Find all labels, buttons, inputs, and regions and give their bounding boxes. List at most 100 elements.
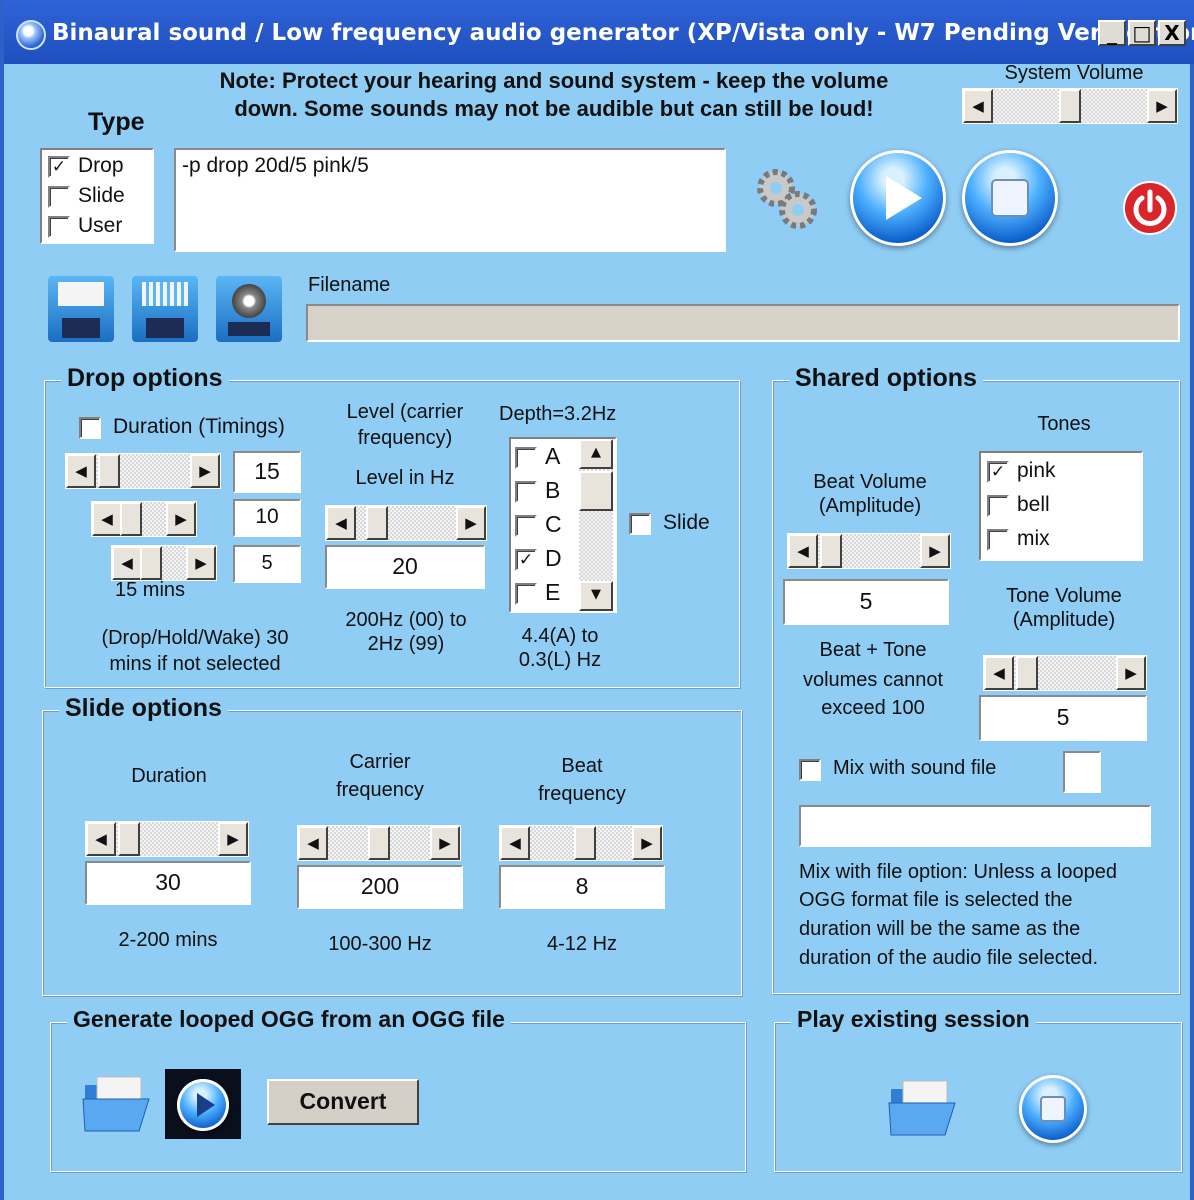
tones-list[interactable]: ✓ pink bell mix [979, 451, 1143, 561]
drop-timing-value-1[interactable]: 15 [233, 451, 301, 493]
arrow-left-icon[interactable]: ◀ [92, 502, 122, 536]
arrow-right-icon[interactable]: ▶ [430, 826, 460, 860]
slide-duration-field[interactable]: 30 [85, 861, 251, 905]
arrow-right-icon[interactable]: ▶ [1116, 656, 1146, 690]
slide-options-legend: Slide options [59, 694, 228, 723]
slider-thumb[interactable] [574, 826, 596, 860]
depth-c-checkbox[interactable] [515, 515, 537, 537]
slider-thumb[interactable] [820, 534, 842, 568]
arrow-down-icon[interactable]: ▼ [579, 581, 613, 611]
ogg-play-button[interactable] [165, 1069, 241, 1139]
drop-slide-checkbox[interactable] [629, 513, 651, 535]
tone-volume-slider[interactable]: ◀ ▶ [983, 655, 1147, 691]
arrow-right-icon[interactable]: ▶ [218, 822, 248, 856]
slider-thumb[interactable] [118, 822, 140, 856]
minimize-button[interactable]: _ [1098, 20, 1126, 46]
ogg-convert-group: Generate looped OGG from an OGG file Con… [50, 1006, 746, 1172]
drop-timing-value-3[interactable]: 5 [233, 545, 301, 583]
convert-button[interactable]: Convert [267, 1079, 419, 1125]
slider-thumb[interactable] [1016, 656, 1038, 690]
open-folder-icon[interactable] [81, 1071, 153, 1135]
tone-bell-checkbox[interactable] [987, 495, 1009, 517]
level-value-field[interactable]: 20 [325, 545, 485, 589]
slider-thumb[interactable] [368, 826, 390, 860]
drop-timing-slider-3[interactable]: ◀ ▶ [111, 545, 217, 581]
title-bar[interactable]: Binaural sound / Low frequency audio gen… [4, 0, 1194, 64]
beat-volume-slider[interactable]: ◀ ▶ [787, 533, 951, 569]
maximize-button[interactable]: □ [1128, 20, 1156, 46]
drop-timing-slider-2[interactable]: ◀ ▶ [91, 501, 197, 537]
arrow-left-icon[interactable]: ◀ [86, 822, 116, 856]
depth-d-checkbox[interactable]: ✓ [515, 549, 537, 571]
type-slide-checkbox[interactable] [48, 186, 70, 208]
arrow-left-icon[interactable]: ◀ [984, 656, 1014, 690]
arrow-right-icon[interactable]: ▶ [632, 826, 662, 860]
drop-timing-value-2[interactable]: 10 [233, 499, 301, 537]
arrow-left-icon[interactable]: ◀ [788, 534, 818, 568]
beat-volume-field[interactable]: 5 [783, 579, 949, 625]
export-wav-icon[interactable] [216, 276, 282, 342]
depth-scrollbar[interactable]: ▲ ▼ [579, 439, 613, 611]
type-drop-checkbox[interactable]: ✓ [48, 156, 70, 178]
mix-sound-file-checkbox[interactable] [799, 759, 821, 781]
depth-b-checkbox[interactable] [515, 481, 537, 503]
slider-thumb[interactable] [98, 454, 120, 488]
arrow-left-icon[interactable]: ◀ [326, 506, 356, 540]
slide-duration-label: Duration [131, 765, 207, 787]
slider-thumb[interactable] [366, 506, 388, 540]
type-list[interactable]: ✓ Drop Slide User [40, 148, 154, 244]
duration-checkbox[interactable] [79, 417, 101, 439]
settings-gears-icon[interactable] [752, 164, 822, 234]
arrow-left-icon[interactable]: ◀ [112, 546, 142, 580]
type-user-checkbox[interactable] [48, 216, 70, 238]
stop-button[interactable] [962, 150, 1058, 246]
close-button[interactable]: X [1158, 20, 1186, 46]
tone-volume-field[interactable]: 5 [979, 695, 1147, 741]
arrow-right-icon[interactable]: ▶ [190, 454, 220, 488]
arrow-right-icon[interactable]: ▶ [456, 506, 486, 540]
beat-field[interactable]: 8 [499, 865, 665, 909]
drop-timing-slider-1[interactable]: ◀ ▶ [65, 453, 221, 489]
open-folder-icon[interactable] [887, 1075, 959, 1139]
arrow-left-icon[interactable]: ◀ [963, 89, 993, 123]
tone-mix-checkbox[interactable] [987, 529, 1009, 551]
play-button[interactable] [850, 150, 946, 246]
beat-volume-label-line1: Beat Volume [813, 471, 927, 493]
slider-thumb[interactable] [120, 502, 142, 536]
drop-note-line2: mins if not selected [109, 653, 281, 675]
arrow-up-icon[interactable]: ▲ [579, 439, 613, 469]
arrow-left-icon[interactable]: ◀ [500, 826, 530, 860]
carrier-slider[interactable]: ◀ ▶ [297, 825, 461, 861]
power-icon[interactable] [1122, 180, 1178, 236]
arrow-right-icon[interactable]: ▶ [1147, 89, 1177, 123]
depth-c-label: C [545, 511, 562, 537]
carrier-field[interactable]: 200 [297, 865, 463, 909]
slide-duration-slider[interactable]: ◀ ▶ [85, 821, 249, 857]
shared-options-legend: Shared options [789, 364, 983, 393]
slider-thumb[interactable] [140, 546, 162, 580]
type-drop-label: Drop [78, 154, 124, 177]
mix-file-path-field[interactable] [799, 805, 1151, 847]
scroll-thumb[interactable] [579, 471, 613, 511]
depth-e-checkbox[interactable] [515, 583, 537, 605]
depth-list[interactable]: A B C ✓ D E ▲ ▼ [509, 437, 617, 613]
carrier-range: 100-300 Hz [328, 933, 432, 955]
arrow-left-icon[interactable]: ◀ [66, 454, 96, 488]
arrow-left-icon[interactable]: ◀ [298, 826, 328, 860]
stop-icon [1040, 1096, 1066, 1122]
slider-thumb[interactable] [1059, 89, 1081, 123]
arrow-right-icon[interactable]: ▶ [920, 534, 950, 568]
tone-pink-checkbox[interactable]: ✓ [987, 461, 1009, 483]
session-stop-button[interactable] [1019, 1075, 1087, 1143]
save-as-icon[interactable] [132, 276, 198, 342]
arrow-right-icon[interactable]: ▶ [166, 502, 196, 536]
level-slider[interactable]: ◀ ▶ [325, 505, 487, 541]
command-textarea[interactable]: -p drop 20d/5 pink/5 [174, 148, 726, 252]
arrow-right-icon[interactable]: ▶ [186, 546, 216, 580]
system-volume-slider[interactable]: ◀ ▶ [962, 88, 1178, 124]
save-icon[interactable] [48, 276, 114, 342]
mix-file-browse-box[interactable] [1063, 751, 1101, 793]
beat-range: 4-12 Hz [546, 933, 618, 955]
beat-slider[interactable]: ◀ ▶ [499, 825, 663, 861]
depth-a-checkbox[interactable] [515, 447, 537, 469]
